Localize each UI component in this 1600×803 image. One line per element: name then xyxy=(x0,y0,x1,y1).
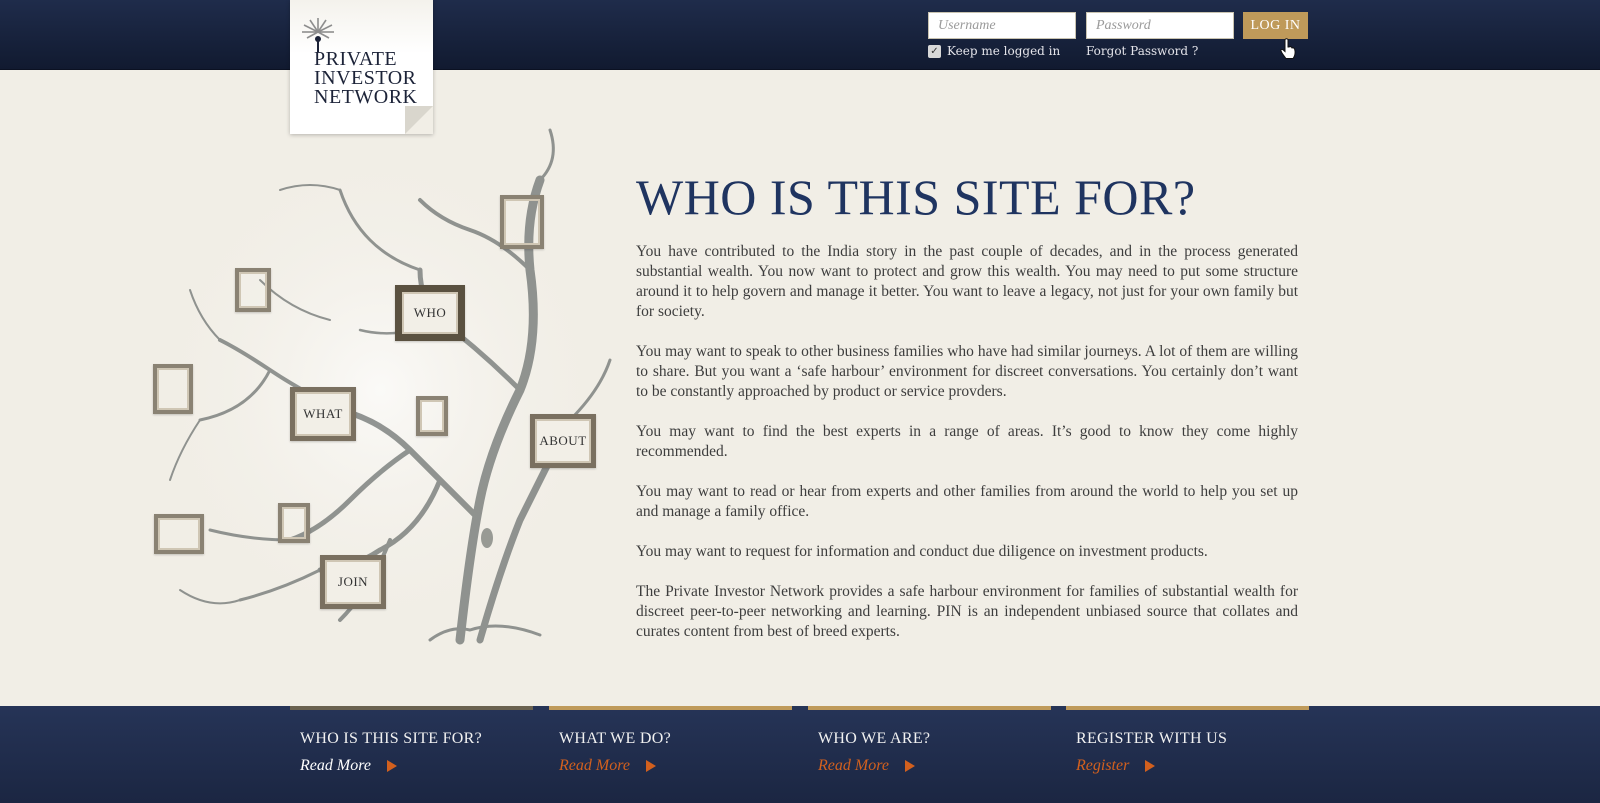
empty-picture-frame xyxy=(500,195,544,249)
logo-wordmark: PRIVATE INVESTOR NETWORK xyxy=(314,49,424,108)
register-link[interactable]: Register xyxy=(1076,757,1156,775)
footer-column-title: WHO IS THIS SITE FOR? xyxy=(300,730,483,747)
content-paragraph: You may want to find the best experts in… xyxy=(636,423,1298,460)
frame-label-who: WHO xyxy=(413,305,447,320)
content-paragraph: You may want to request for information … xyxy=(636,543,1208,560)
play-arrow-icon xyxy=(645,760,656,772)
tree-illustration: WHO WHAT ABOUT JOIN xyxy=(140,120,620,660)
remember-me-checkbox[interactable]: ✓ Keep me logged in xyxy=(928,44,1060,58)
empty-picture-frame xyxy=(235,268,271,312)
play-arrow-icon xyxy=(386,760,397,772)
tree-frame-about[interactable]: ABOUT xyxy=(530,414,596,468)
logo-line-3: NETWORK xyxy=(314,86,418,108)
password-input[interactable] xyxy=(1086,12,1234,39)
footer-column-register: REGISTER WITH US Register xyxy=(1066,706,1309,803)
username-input[interactable] xyxy=(928,12,1076,39)
main-content: You have contributed to the India story … xyxy=(636,242,1298,662)
read-more-link[interactable]: Read More xyxy=(818,757,915,775)
remember-me-label: Keep me logged in xyxy=(947,44,1061,58)
footer-column-title: WHAT WE DO? xyxy=(559,730,672,747)
empty-picture-frame xyxy=(278,503,310,543)
play-arrow-icon xyxy=(904,760,915,772)
footer-column-title: WHO WE ARE? xyxy=(818,730,931,747)
read-more-label: Read More xyxy=(559,757,630,774)
page-title: WHO IS THIS SITE FOR? xyxy=(636,169,1196,225)
empty-picture-frame xyxy=(154,514,204,554)
empty-picture-frame xyxy=(416,396,448,436)
login-button[interactable]: LOG IN xyxy=(1243,12,1308,39)
footer-nav: WHO IS THIS SITE FOR? Read More WHAT WE … xyxy=(0,706,1600,803)
play-arrow-icon xyxy=(1145,760,1156,772)
content-paragraph: You may want to read or hear from expert… xyxy=(636,483,1298,520)
footer-column-what: WHAT WE DO? Read More xyxy=(549,706,792,803)
frame-label-about: ABOUT xyxy=(539,433,587,448)
footer-column-bar xyxy=(290,706,533,710)
content-paragraph: You have contributed to the India story … xyxy=(636,243,1298,320)
tree-frame-join[interactable]: JOIN xyxy=(320,555,386,609)
tree-frame-who[interactable]: WHO xyxy=(395,285,465,341)
footer-column-title: REGISTER WITH US xyxy=(1076,730,1228,747)
frame-label-what: WHAT xyxy=(303,406,343,421)
footer-column-bar xyxy=(549,706,792,710)
read-more-link[interactable]: Read More xyxy=(559,757,656,775)
footer-column-bar xyxy=(808,706,1051,710)
footer-column-who: WHO IS THIS SITE FOR? Read More xyxy=(290,706,533,803)
footer-column-who-we-are: WHO WE ARE? Read More xyxy=(808,706,1051,803)
site-logo[interactable]: PRIVATE INVESTOR NETWORK xyxy=(290,0,433,134)
forgot-password-link[interactable]: Forgot Password ? xyxy=(1086,44,1198,58)
read-more-label: Read More xyxy=(818,757,889,774)
login-form: LOG IN ✓ Keep me logged in Forgot Passwo… xyxy=(928,12,1308,62)
content-paragraph: You may want to speak to other business … xyxy=(636,343,1298,400)
top-bar: LOG IN ✓ Keep me logged in Forgot Passwo… xyxy=(0,0,1600,70)
content-paragraph: The Private Investor Network provides a … xyxy=(636,583,1298,640)
register-label: Register xyxy=(1076,757,1130,774)
footer-column-bar xyxy=(1066,706,1309,710)
empty-picture-frame xyxy=(153,364,193,414)
hand-cursor-icon xyxy=(1280,38,1296,64)
read-more-link[interactable]: Read More xyxy=(300,757,397,775)
checkbox-check-icon: ✓ xyxy=(928,44,941,58)
frame-label-join: JOIN xyxy=(337,574,369,589)
read-more-label: Read More xyxy=(300,757,371,774)
tree-frame-what[interactable]: WHAT xyxy=(290,387,356,441)
page-fold-corner xyxy=(405,106,433,134)
